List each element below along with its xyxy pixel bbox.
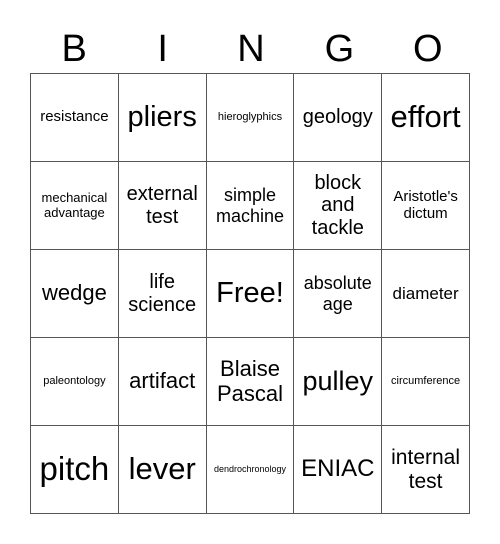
bingo-cell[interactable]: external test	[118, 162, 207, 250]
bingo-cell[interactable]: simple machine	[206, 162, 295, 250]
bingo-card: resistance pliers hieroglyphics geology …	[30, 73, 470, 514]
free-space[interactable]: Free!	[206, 250, 295, 338]
header-letter-g: G	[324, 28, 355, 70]
bingo-cell[interactable]: paleontology	[31, 338, 119, 426]
bingo-cell[interactable]: resistance	[31, 74, 119, 162]
bingo-cell[interactable]: geology	[294, 74, 383, 162]
bingo-cell[interactable]: Blaise Pascal	[206, 338, 295, 426]
bingo-cell[interactable]: artifact	[118, 338, 207, 426]
bingo-cell[interactable]: pulley	[294, 338, 383, 426]
header-letter-n: N	[237, 28, 265, 70]
bingo-cell[interactable]: dendrochronology	[206, 426, 295, 514]
bingo-cell[interactable]: hieroglyphics	[206, 74, 295, 162]
bingo-cell[interactable]: wedge	[31, 250, 119, 338]
bingo-cell[interactable]: pitch	[31, 426, 119, 514]
bingo-cell[interactable]: block and tackle	[294, 162, 383, 250]
bingo-cell[interactable]: diameter	[382, 250, 470, 338]
header-letter-b: B	[61, 28, 87, 70]
header-letter-o: O	[413, 28, 443, 70]
bingo-cell[interactable]: circumference	[382, 338, 470, 426]
header-letter-i: I	[157, 28, 168, 70]
bingo-header: B I N G O	[30, 24, 472, 74]
bingo-cell[interactable]: mechanical advantage	[31, 162, 119, 250]
bingo-cell[interactable]: ENIAC	[294, 426, 383, 514]
bingo-cell[interactable]: absolute age	[294, 250, 383, 338]
bingo-cell[interactable]: life science	[118, 250, 207, 338]
bingo-cell[interactable]: pliers	[118, 74, 207, 162]
bingo-cell[interactable]: internal test	[382, 426, 470, 514]
bingo-cell[interactable]: Aristotle's dictum	[382, 162, 470, 250]
bingo-cell[interactable]: lever	[118, 426, 207, 514]
bingo-cell[interactable]: effort	[382, 74, 470, 162]
